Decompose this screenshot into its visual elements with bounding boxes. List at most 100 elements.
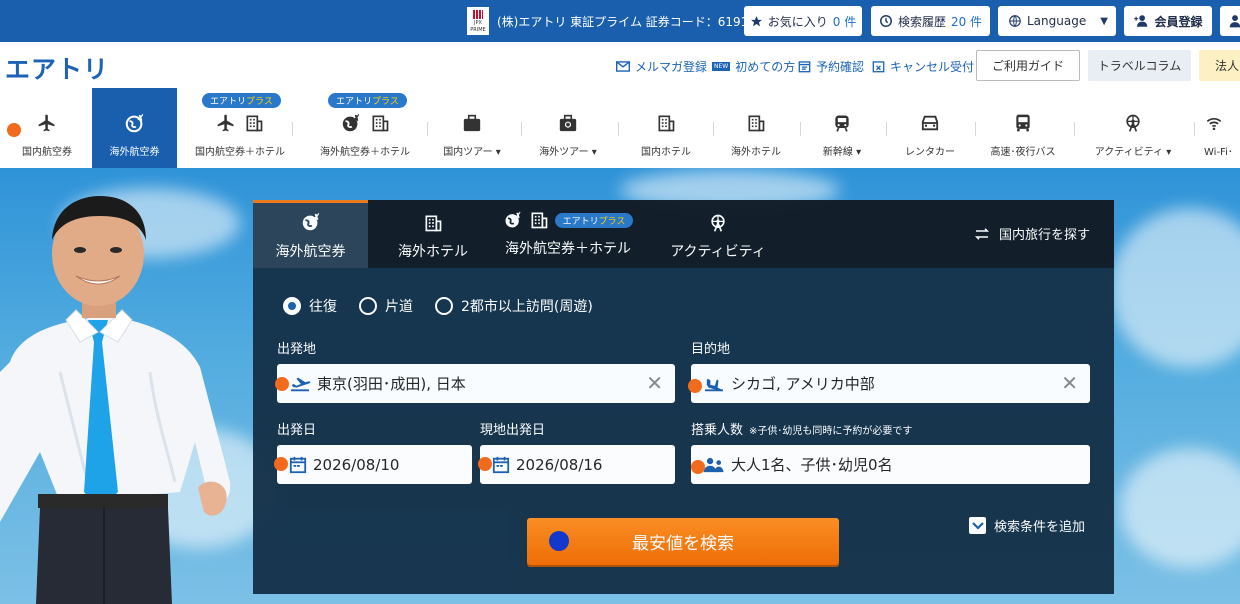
nav-shinkansen[interactable]: 新幹線 ▾ <box>804 88 880 168</box>
globe-plane-icon <box>302 212 319 230</box>
nav-label: 海外航空券 <box>109 147 160 158</box>
favorites-button[interactable]: お気に入り 0 件 <box>744 6 862 36</box>
travel-column-button[interactable]: トラベルコラム <box>1088 50 1191 81</box>
search-panel: 海外航空券 海外ホテル エアトリプラス 海外航空券＋ホテル アクティビティ 国内… <box>253 200 1114 594</box>
hotel-icon <box>425 215 442 232</box>
hero-banner: 海外航空券 海外ホテル エアトリプラス 海外航空券＋ホテル アクティビティ 国内… <box>0 168 1240 604</box>
nav-label: 国内航空券＋ホテル <box>195 147 285 158</box>
nav-overseas-flights[interactable]: 海外航空券 <box>92 88 177 168</box>
passengers-value: 大人1名、子供･幼児0名 <box>731 456 893 474</box>
guide-button[interactable]: ご利用ガイド <box>976 50 1080 81</box>
service-nav: 国内航空券 海外航空券 エアトリプラス 国内航空券＋ホテル エアトリプラス 海外… <box>0 88 1240 168</box>
depart-date-field[interactable]: 2026/08/10 <box>277 445 472 484</box>
divider <box>713 122 714 136</box>
hotel-icon <box>748 115 765 132</box>
nav-label: 新幹線 ▾ <box>822 147 862 158</box>
radio-multi-city[interactable]: 2都市以上訪問(周遊) <box>435 296 593 316</box>
destination-field[interactable]: シカゴ, アメリカ中部 ✕ <box>691 364 1090 403</box>
tab-overseas-flights[interactable]: 海外航空券 <box>253 200 368 268</box>
search-button-label: 最安値を検索 <box>632 534 734 554</box>
nav-domestic-hotels[interactable]: 国内ホテル <box>626 88 706 168</box>
passengers-note: ※子供･幼児も同時に予約が必要です <box>749 426 913 437</box>
chevron-down-icon <box>969 517 986 534</box>
hotel-icon <box>658 115 675 132</box>
mail-link[interactable]: メルマガ登録 <box>616 58 707 75</box>
reservation-label: 予約確認 <box>816 60 865 74</box>
nav-label: 高速･夜行バス <box>990 147 1056 158</box>
tab-label: アクティビティ <box>670 244 766 260</box>
return-date-value: 2026/08/16 <box>516 455 603 474</box>
nav-bus[interactable]: 高速･夜行バス <box>978 88 1068 168</box>
return-date-label: 現地出発日 <box>480 423 546 438</box>
nav-label: 海外航空券＋ホテル <box>320 147 410 158</box>
history-count: 20 件 <box>950 14 983 29</box>
language-label: Language <box>1027 14 1087 28</box>
first-time-link[interactable]: NEW 初めての方 <box>712 58 795 75</box>
new-badge: NEW <box>712 62 731 71</box>
add-conditions-toggle[interactable]: 検索条件を追加 <box>969 516 1085 535</box>
register-label: 会員登録 <box>1154 14 1203 29</box>
first-time-label: 初めての方 <box>735 60 796 74</box>
people-icon <box>703 457 724 472</box>
calendar-icon <box>289 456 307 473</box>
radio-round-trip[interactable]: 往復 <box>283 296 337 316</box>
divider <box>800 122 801 136</box>
jpx-prime-logo: JPX PRIME <box>467 7 489 35</box>
return-date-field[interactable]: 2026/08/16 <box>480 445 675 484</box>
nav-wifi[interactable]: Wi-Fi･ <box>1204 88 1240 168</box>
radio-one-way[interactable]: 片道 <box>359 296 413 316</box>
globe-plane-icon <box>505 211 521 228</box>
origin-label: 出発地 <box>277 342 317 357</box>
nav-label: 国内ホテル <box>641 147 691 158</box>
divider <box>975 122 976 136</box>
clear-icon[interactable]: ✕ <box>646 373 663 393</box>
clear-icon[interactable]: ✕ <box>1061 373 1078 393</box>
nav-label: 海外ホテル <box>731 147 781 158</box>
marker-dot <box>688 379 702 393</box>
spokesperson-image <box>0 196 231 604</box>
train-icon <box>835 115 849 132</box>
ferris-wheel-icon <box>711 214 725 232</box>
radio-checked-icon <box>283 297 301 315</box>
nav-domestic-tours[interactable]: 国内ツアー ▾ <box>432 88 512 168</box>
nav-overseas-flight-hotel[interactable]: 海外航空券＋ホテル <box>312 88 418 168</box>
top-bar: JPX PRIME (株)エアトリ 東証プライム 証券コード：6191 | お気… <box>0 0 1240 42</box>
corporate-button[interactable]: 法人 <box>1199 50 1240 81</box>
site-logo[interactable]: エアトリ <box>5 50 109 86</box>
login-button[interactable] <box>1220 6 1240 36</box>
language-select[interactable]: Language ▼ <box>998 6 1116 36</box>
hotel-icon <box>531 212 547 229</box>
tab-overseas-flight-hotel[interactable]: エアトリプラス 海外航空券＋ホテル <box>498 200 638 268</box>
favorites-label: お気に入り <box>767 14 828 29</box>
divider <box>521 122 522 136</box>
tab-label: 海外航空券＋ホテル <box>505 241 631 257</box>
ir-info[interactable]: JPX PRIME (株)エアトリ 東証プライム 証券コード：6191 | <box>467 7 772 35</box>
passengers-label: 搭乗人数 ※子供･幼児も同時に予約が必要です <box>691 423 913 438</box>
nav-activities[interactable]: アクティビティ ▾ <box>1080 88 1186 168</box>
nav-overseas-tours[interactable]: 海外ツアー ▾ <box>528 88 608 168</box>
register-button[interactable]: 会員登録 <box>1124 6 1212 36</box>
nav-label: 国内航空券 <box>22 147 72 158</box>
depart-date-value: 2026/08/10 <box>313 455 400 474</box>
search-button[interactable]: 最安値を検索 <box>527 518 839 565</box>
domestic-label: 国内旅行を探す <box>998 228 1090 243</box>
nav-label: Wi-Fi･ <box>1204 147 1233 158</box>
bus-icon <box>1016 114 1030 132</box>
tab-overseas-hotels[interactable]: 海外ホテル <box>378 200 488 268</box>
nav-domestic-flight-hotel[interactable]: 国内航空券＋ホテル <box>190 88 290 168</box>
tab-activities[interactable]: アクティビティ <box>663 200 773 268</box>
reservation-link[interactable]: 予約確認 <box>798 58 864 75</box>
nav-rental-car[interactable]: レンタカー <box>892 88 968 168</box>
suitcase-icon <box>463 114 481 132</box>
cancel-link[interactable]: キャンセル受付 <box>872 58 974 75</box>
domestic-travel-link[interactable]: 国内旅行を探す <box>973 224 1090 243</box>
tab-label: 海外ホテル <box>398 244 468 260</box>
add-conditions-label: 検索条件を追加 <box>994 520 1086 535</box>
nav-overseas-hotels[interactable]: 海外ホテル <box>716 88 796 168</box>
nav-label: アクティビティ ▾ <box>1094 147 1172 158</box>
mail-icon <box>616 61 630 72</box>
history-label: 検索履歴 <box>897 14 946 29</box>
history-button[interactable]: 検索履歴 20 件 <box>871 6 990 36</box>
passengers-field[interactable]: 大人1名、子供･幼児0名 <box>691 445 1090 484</box>
origin-field[interactable]: 東京(羽田･成田), 日本 ✕ <box>277 364 675 403</box>
